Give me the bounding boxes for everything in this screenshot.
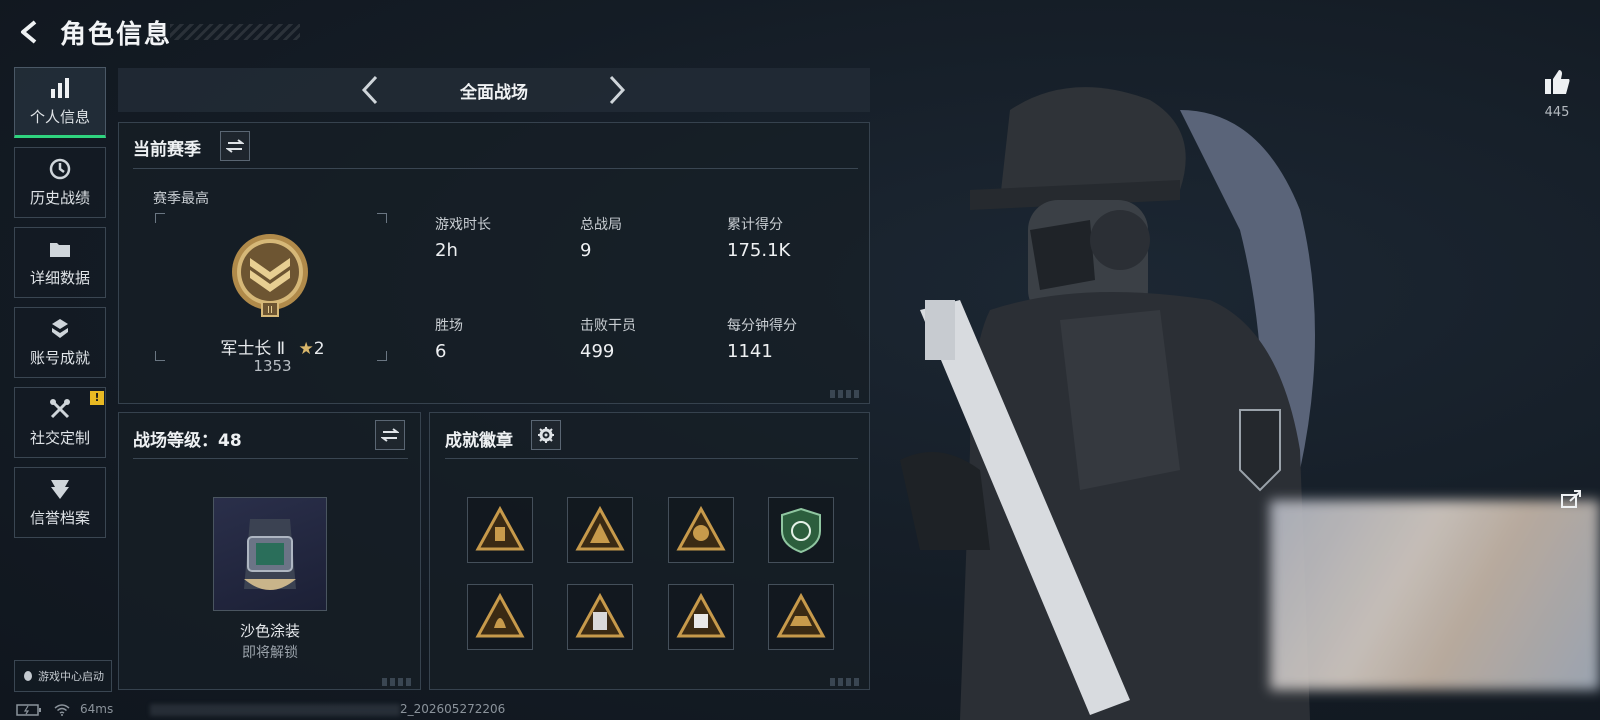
battle-level-switch-button[interactable]: [375, 420, 405, 450]
mode-label: 全面战场: [460, 82, 528, 103]
back-button[interactable]: [14, 16, 46, 48]
sidebar-item-label: 信誉档案: [29, 509, 90, 527]
achievement-badge[interactable]: [668, 584, 734, 650]
panel-decoration: [830, 390, 860, 398]
stat-label: 累计得分: [727, 217, 783, 233]
mode-prev-button[interactable]: [355, 72, 385, 108]
rank-emblem-icon: II: [226, 232, 314, 320]
stat-value: 9: [580, 240, 592, 261]
mode-next-button[interactable]: [602, 72, 632, 108]
title-decoration: [170, 24, 300, 40]
sidebar-item-history[interactable]: 历史战绩: [14, 147, 106, 218]
credit-icon: [51, 480, 69, 499]
rank-stars: 2: [313, 339, 325, 359]
bar-chart-icon: [51, 78, 69, 98]
redacted-text: [150, 704, 400, 716]
blurred-overlay: [1270, 500, 1600, 690]
stat-value: 2h: [435, 240, 458, 261]
qq-icon: [24, 671, 32, 681]
star-icon: ★: [298, 339, 314, 359]
season-switch-button[interactable]: [220, 131, 250, 161]
sidebar-item-detailed-data[interactable]: 详细数据: [14, 227, 106, 298]
battle-level-title: 战场等级：48: [133, 431, 242, 451]
bronze-triangle-badge-icon: [776, 592, 826, 638]
stat-label: 游戏时长: [435, 217, 491, 233]
achievement-badge[interactable]: [567, 584, 633, 650]
notification-badge: !: [90, 391, 104, 405]
achievement-badge[interactable]: [467, 497, 533, 563]
reward-name: 沙色涂装: [239, 622, 300, 640]
sidebar-item-label: 详细数据: [29, 269, 90, 287]
like-button[interactable]: [1537, 62, 1577, 102]
badges-settings-button[interactable]: [531, 420, 561, 450]
sidebar-item-label: 社交定制: [29, 429, 90, 447]
stat-label: 胜场: [435, 318, 463, 334]
stat-value: 499: [580, 341, 615, 362]
sidebar-item-credit-record[interactable]: 信誉档案: [14, 467, 106, 538]
bronze-triangle-badge-icon: [475, 505, 525, 551]
badges-title: 成就徽章: [445, 431, 513, 451]
green-shield-badge-icon: [781, 507, 821, 554]
achievement-badge[interactable]: [567, 497, 633, 563]
sidebar-item-label: 历史战绩: [29, 189, 90, 207]
stat-value: 175.1K: [727, 240, 791, 261]
chevron-left-icon: [361, 75, 378, 105]
bronze-triangle-badge-icon: [676, 592, 726, 638]
achievement-badge[interactable]: [668, 497, 734, 563]
divider: [445, 458, 858, 459]
page-title: 角色信息: [60, 20, 173, 50]
history-icon: [49, 158, 71, 180]
swap-icon: [381, 428, 399, 442]
reward-skin-slot[interactable]: [213, 497, 327, 611]
wifi-icon: [54, 704, 70, 716]
chevron-right-icon: [609, 75, 626, 105]
rank-points: 1353: [253, 357, 292, 375]
thumbs-up-icon: [1545, 70, 1570, 94]
ping-value: 64ms: [80, 702, 114, 716]
stat-label: 击败干员: [580, 318, 636, 334]
sidebar-item-label: 账号成就: [29, 349, 90, 367]
stat-value: 1141: [727, 341, 773, 362]
bronze-triangle-badge-icon: [475, 592, 525, 638]
battery-icon: [16, 704, 41, 716]
panel-decoration: [830, 678, 860, 686]
rank-name-row: 军士长 Ⅱ ★2: [190, 334, 355, 359]
watch-skin-icon: [244, 519, 296, 590]
tools-icon: [50, 399, 70, 419]
sidebar-item-personal-info[interactable]: 个人信息: [14, 67, 106, 138]
sidebar-item-label: 个人信息: [29, 108, 90, 126]
session-id: 2_202605272206: [400, 702, 506, 716]
svg-text:II: II: [267, 305, 273, 316]
season-best-label: 赛季最高: [153, 191, 209, 207]
swap-icon: [226, 139, 244, 153]
status-bar: 64ms 2_202605272206: [0, 700, 1600, 720]
folder-icon: [50, 243, 70, 257]
divider: [133, 458, 408, 459]
divider: [133, 168, 858, 169]
stat-label: 总战局: [580, 217, 622, 233]
bronze-triangle-badge-icon: [575, 592, 625, 638]
achievement-icon: [52, 319, 68, 338]
back-arrow-icon: [21, 20, 37, 44]
mode-selector: 全面战场: [118, 68, 870, 112]
game-center-label: 游戏中心启动: [38, 670, 104, 683]
stat-label: 每分钟得分: [727, 318, 797, 334]
gear-icon: [538, 427, 554, 443]
achievement-badge[interactable]: [768, 584, 834, 650]
sidebar-item-achievements[interactable]: 账号成就: [14, 307, 106, 378]
share-button[interactable]: [1556, 484, 1586, 514]
bronze-triangle-badge-icon: [676, 505, 726, 551]
share-icon: [1561, 490, 1581, 508]
game-center-launch-button[interactable]: 游戏中心启动: [14, 660, 112, 692]
season-panel-title: 当前赛季: [133, 140, 201, 160]
bronze-triangle-badge-icon: [575, 505, 625, 551]
stat-value: 6: [435, 341, 447, 362]
like-count: 445: [1544, 105, 1570, 120]
achievement-badge[interactable]: [467, 584, 533, 650]
panel-decoration: [382, 678, 412, 686]
rank-name: 军士长 Ⅱ: [220, 339, 286, 359]
achievement-badge[interactable]: [768, 497, 834, 563]
reward-status: 即将解锁: [242, 645, 298, 661]
